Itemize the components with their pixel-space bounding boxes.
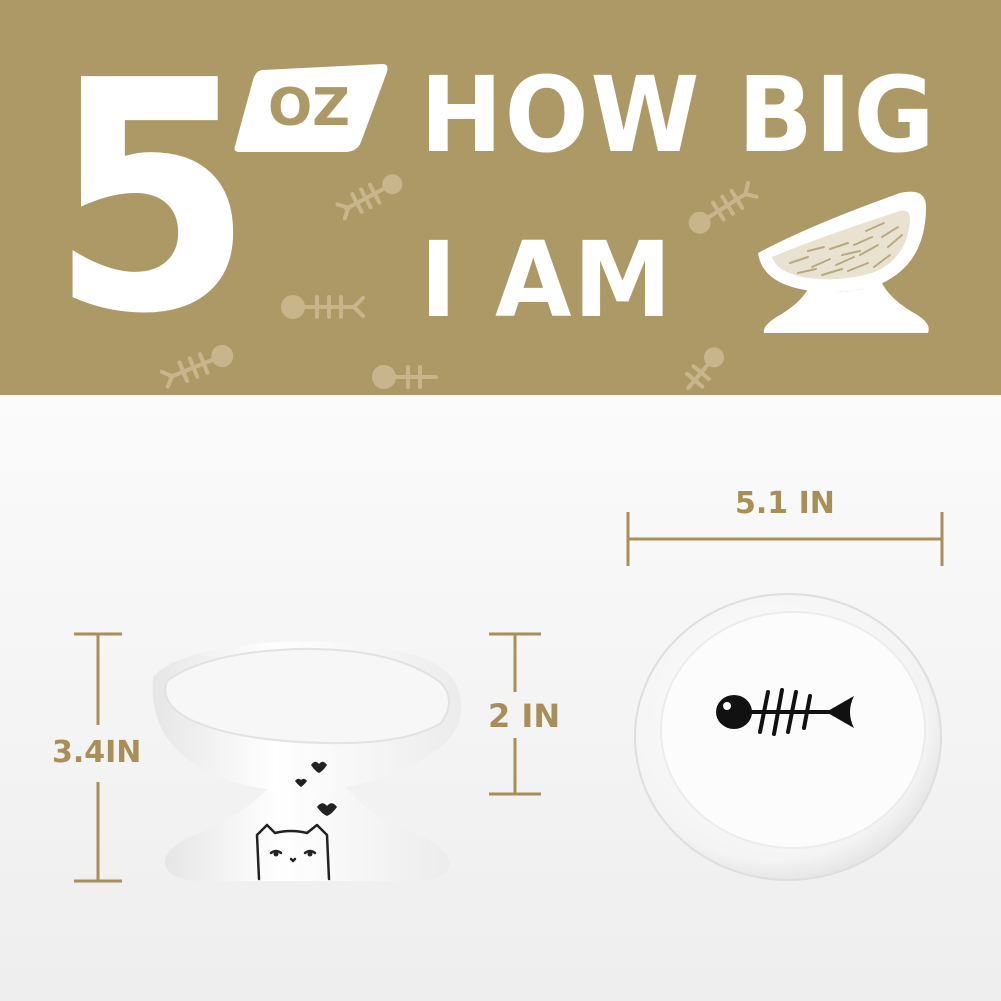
capacity-unit: OZ xyxy=(268,78,350,138)
height-bowl-label: 2 IN xyxy=(488,697,561,735)
diameter-marker xyxy=(626,512,944,566)
bowl-top-view xyxy=(634,593,942,881)
fishbone-icon xyxy=(688,181,759,234)
bowl-side-view xyxy=(152,641,462,881)
bowl-with-food-icon xyxy=(758,191,929,333)
header-banner: 5 OZ HOW BIG I AM xyxy=(0,0,1001,395)
height-total-label: 3.4IN xyxy=(52,735,142,770)
headline-line1: HOW BIG xyxy=(420,54,937,176)
fishbone-icon xyxy=(335,174,403,221)
fishbone-icon xyxy=(281,295,365,319)
fishbone-icon xyxy=(685,347,724,390)
fishbone-icon xyxy=(372,365,438,389)
capacity-number: 5 xyxy=(50,13,254,383)
headline-line2: I AM xyxy=(420,219,674,341)
